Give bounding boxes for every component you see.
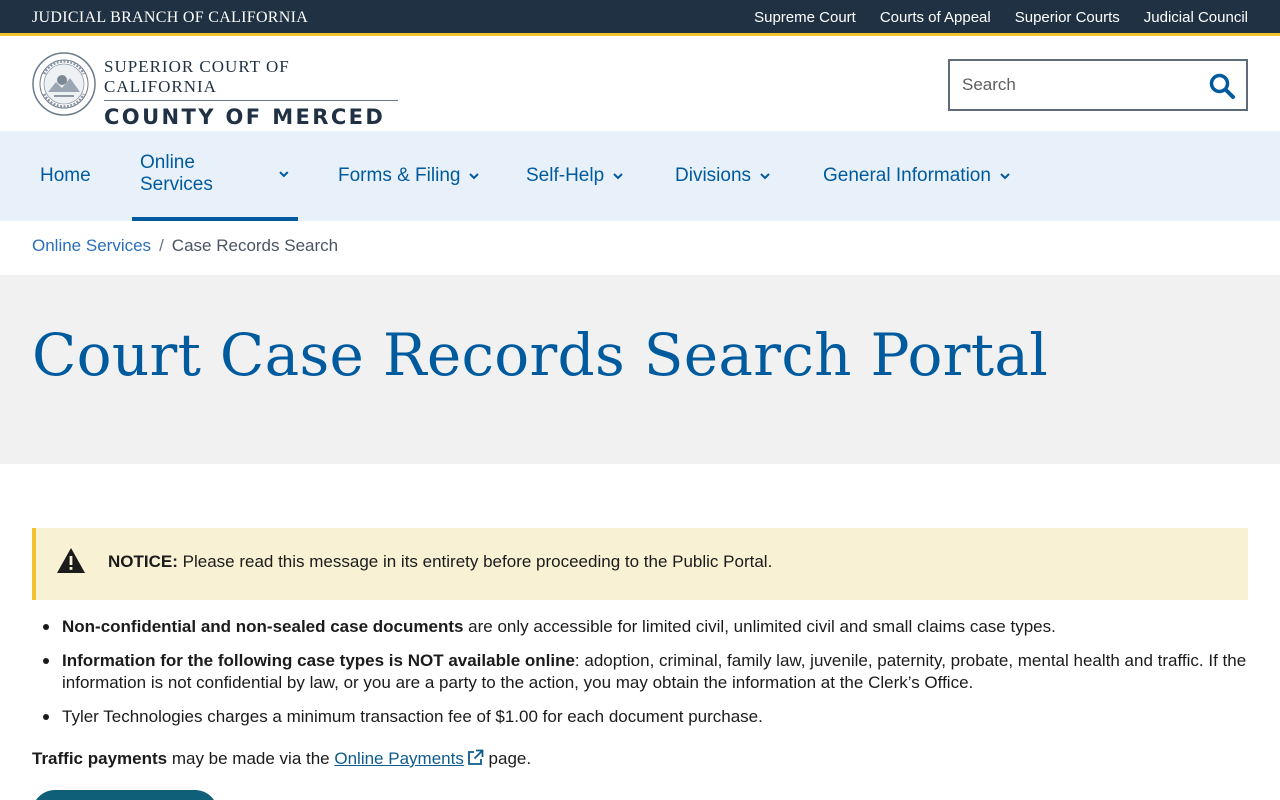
nav-general-information-label: General Information [823, 165, 991, 186]
nav-home[interactable]: Home [40, 131, 91, 221]
nav-home-label: Home [40, 165, 91, 186]
nav-divisions[interactable]: Divisions [675, 131, 771, 221]
top-utility-bar: JUDICIAL BRANCH OF CALIFORNIA Supreme Co… [0, 0, 1280, 36]
nav-online-services-label: Online Services [140, 152, 213, 195]
court-links: Supreme Court Courts of Appeal Superior … [754, 9, 1248, 26]
nav-forms-filing[interactable]: Forms & Filing [338, 131, 480, 221]
notice-label: NOTICE: [108, 552, 178, 571]
list-item-bold: Non-confidential and non-sealed case doc… [62, 617, 464, 636]
judicial-council-link[interactable]: Judicial Council [1144, 9, 1248, 26]
list-item: Information for the following case types… [32, 650, 1248, 694]
list-item: Tyler Technologies charges a minimum tra… [32, 706, 1248, 728]
traffic-payments-bold: Traffic payments [32, 749, 168, 768]
page-title: Court Case Records Search Portal [32, 321, 1049, 389]
online-payments-link[interactable]: Online Payments [334, 749, 463, 768]
search-input[interactable] [962, 73, 1202, 97]
public-portal-button[interactable] [32, 790, 218, 800]
list-item: Non-confidential and non-sealed case doc… [32, 616, 1248, 638]
search-icon[interactable] [1208, 72, 1236, 100]
superior-courts-link[interactable]: Superior Courts [1015, 9, 1120, 26]
notice-banner: NOTICE: Please read this message in its … [32, 528, 1248, 600]
traffic-pre-link: may be made via the [167, 749, 335, 768]
notice-text: NOTICE: Please read this message in its … [108, 552, 772, 572]
nav-divisions-label: Divisions [675, 165, 752, 186]
online-payments-link-text: Online Payments [334, 749, 464, 768]
chevron-down-icon [469, 173, 480, 180]
list-item-text: Tyler Technologies charges a minimum tra… [62, 707, 763, 726]
breadcrumb: Online Services / Case Records Search [32, 236, 338, 256]
court-seal-logo[interactable] [32, 52, 96, 116]
court-name-line1: SUPERIOR COURT OF CALIFORNIA [104, 57, 398, 101]
chevron-down-icon [760, 173, 770, 180]
court-name-line2: COUNTY OF MERCED [104, 105, 386, 129]
list-item-text: are only accessible for limited civil, u… [463, 617, 1056, 636]
main-nav: Home Online Services Forms & Filing Self… [0, 131, 1280, 221]
page-hero: Court Case Records Search Portal [0, 275, 1280, 464]
breadcrumb-current: Case Records Search [171, 236, 339, 255]
judicial-branch-title: JUDICIAL BRANCH OF CALIFORNIA [32, 9, 309, 26]
site-header: SUPERIOR COURT OF CALIFORNIA COUNTY OF M… [0, 39, 1280, 131]
notice-message: Please read this message in its entirety… [182, 552, 773, 571]
traffic-payments-note: Traffic payments may be made via the Onl… [32, 749, 531, 769]
list-item-bold: Information for the following case types… [62, 651, 575, 670]
search-box [948, 59, 1248, 111]
court-name[interactable]: SUPERIOR COURT OF CALIFORNIA COUNTY OF M… [104, 57, 398, 129]
nav-forms-filing-label: Forms & Filing [338, 165, 461, 186]
chevron-down-icon [1000, 173, 1010, 180]
breadcrumb-online-services[interactable]: Online Services [32, 236, 151, 256]
traffic-post-link: page. [483, 749, 532, 768]
nav-self-help[interactable]: Self-Help [526, 131, 624, 221]
info-list: Non-confidential and non-sealed case doc… [32, 616, 1248, 740]
nav-self-help-label: Self-Help [526, 165, 605, 186]
breadcrumb-separator: / [159, 236, 164, 255]
external-link-icon [467, 749, 484, 765]
warning-icon [57, 548, 85, 573]
supreme-court-link[interactable]: Supreme Court [754, 9, 856, 26]
chevron-down-icon [613, 173, 623, 180]
courts-of-appeal-link[interactable]: Courts of Appeal [880, 9, 991, 26]
nav-general-information[interactable]: General Information [823, 131, 1011, 221]
nav-online-services[interactable]: Online Services [132, 131, 298, 221]
chevron-down-icon [279, 171, 289, 178]
